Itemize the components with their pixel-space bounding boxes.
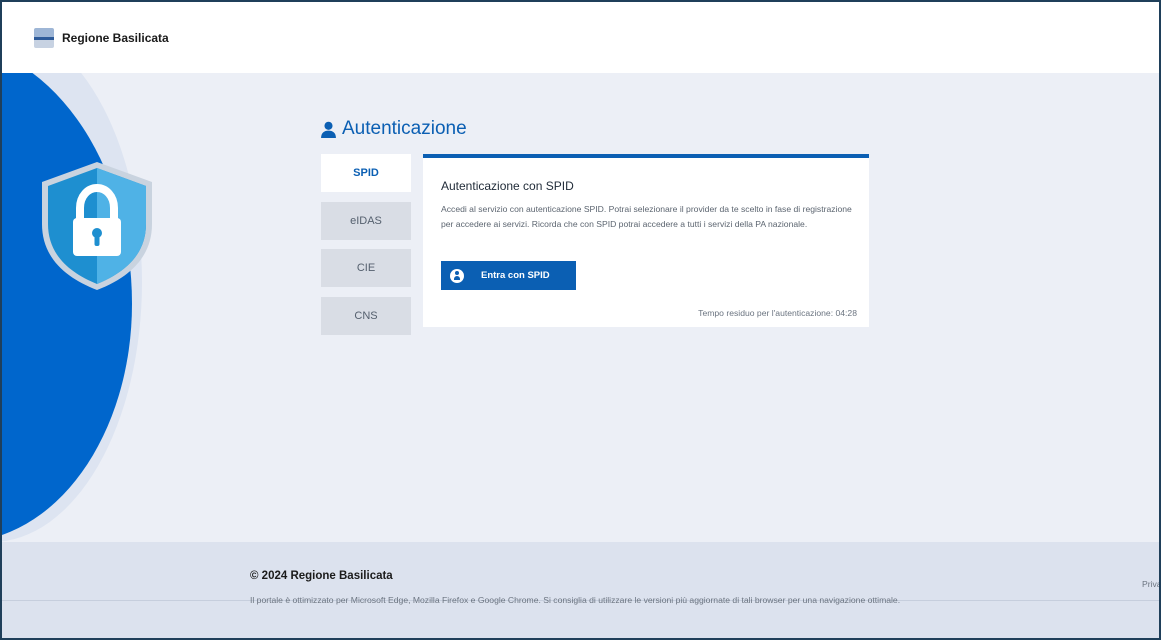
brand-name[interactable]: Regione Basilicata: [62, 31, 169, 45]
page-title: Autenticazione: [320, 118, 467, 140]
auth-timer: Tempo residuo per l'autenticazione: 04:2…: [698, 308, 857, 318]
panel-heading: Autenticazione con SPID: [441, 179, 574, 193]
user-icon: [321, 121, 336, 138]
browser-viewport: Regione Basilicata Autenticazione SPID e…: [0, 0, 1161, 640]
tab-cns[interactable]: CNS: [321, 296, 411, 335]
tab-eidas[interactable]: eIDAS: [321, 201, 411, 240]
privacy-link[interactable]: Priva: [1142, 579, 1159, 589]
spid-user-icon: [450, 268, 464, 283]
top-header: Regione Basilicata: [2, 2, 1159, 73]
page-footer: © 2024 Regione Basilicata Il portale è o…: [2, 542, 1159, 638]
shield-padlock-icon: [42, 162, 152, 290]
auth-method-tabs: SPID eIDAS CIE CNS: [321, 154, 411, 344]
entra-con-spid-label: Entra con SPID: [481, 270, 550, 281]
tab-cie[interactable]: CIE: [321, 249, 411, 287]
spid-auth-panel: Autenticazione con SPID Accedi al serviz…: [423, 154, 869, 327]
panel-description: Accedi al servizio con autenticazione SP…: [441, 204, 852, 229]
entra-con-spid-button[interactable]: Entra con SPID: [441, 261, 576, 290]
page-title-text: Autenticazione: [342, 118, 467, 139]
regione-basilicata-logo[interactable]: [34, 27, 54, 48]
decorative-blue-blob: [2, 42, 132, 542]
footer-browser-note: Il portale è ottimizzato per Microsoft E…: [250, 595, 901, 605]
tab-spid[interactable]: SPID: [321, 154, 411, 192]
footer-copyright: © 2024 Regione Basilicata: [250, 570, 393, 582]
